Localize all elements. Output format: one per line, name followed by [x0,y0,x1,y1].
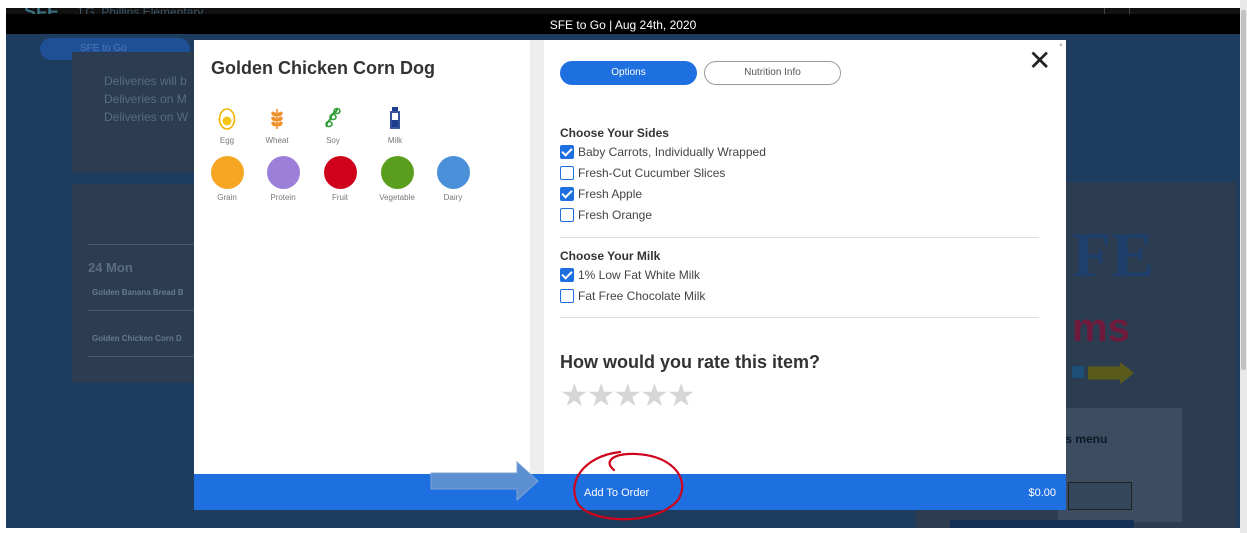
egg-icon [207,106,247,135]
fruit-icon [323,156,357,189]
milk-title: Choose Your Milk [560,249,661,263]
section-divider [560,237,1039,238]
bg-divider [88,310,208,311]
checkbox[interactable] [560,268,574,282]
bg-delivery-line: Deliveries will b [104,74,187,88]
item-modal: Golden Chicken Corn Dog Egg Wheat Soy Mi… [194,40,1066,510]
bg-brand-square [1072,366,1084,378]
section-divider [560,317,1039,318]
option-label: Fresh-Cut Cucumber Slices [578,166,726,180]
star-icon[interactable]: ★ [640,377,669,413]
side-option-orange[interactable]: Fresh Orange [560,207,652,223]
sides-title: Choose Your Sides [560,126,669,140]
side-option-cucumber[interactable]: Fresh-Cut Cucumber Slices [560,165,725,181]
milk-icon [375,106,415,135]
side-option-apple[interactable]: Fresh Apple [560,186,642,202]
tab-options[interactable]: Options [560,61,697,85]
food-group-dairy: Dairy [428,156,478,202]
food-group-label: Protein [270,193,296,202]
rating-question: How would you rate this item? [560,352,821,372]
add-to-order-button[interactable]: Add To Order [584,474,674,510]
protein-icon [266,156,300,189]
option-label: 1% Low Fat White Milk [578,268,701,282]
allergen-label: Soy [326,136,340,145]
page-scrollbar-thumb[interactable] [1241,10,1246,370]
allergen-label: Wheat [265,136,289,145]
close-icon[interactable]: ✕ [1028,46,1051,76]
options-pane: ▲ ✕ Options Nutrition Info Choose Your S… [544,40,1066,474]
bg-input [1068,482,1132,510]
star-icon[interactable]: ★ [667,377,696,413]
wheat-icon [257,106,297,135]
bg-menu-text: is menu [1062,432,1108,446]
allergen-soy: Soy [313,106,353,145]
option-label: Fresh Apple [578,187,643,201]
bg-divider [88,356,208,357]
bg-divider [88,244,208,245]
food-group-vegetable: Vegetable [372,156,422,202]
checkbox[interactable] [560,187,574,201]
bg-menu-row: Golden Banana Bread B [92,288,184,297]
milk-option-chocolate[interactable]: Fat Free Chocolate Milk [560,288,705,304]
bg-brand-ms: ms [1072,306,1130,350]
scroll-up-arrow-icon[interactable]: ▲ [1058,42,1064,48]
food-group-label: Fruit [332,193,348,202]
side-option-carrots[interactable]: Baby Carrots, Individually Wrapped [560,144,766,160]
allergen-egg: Egg [207,106,247,145]
option-label: Fresh Orange [578,208,653,222]
item-info-pane: Golden Chicken Corn Dog Egg Wheat Soy Mi… [194,40,530,474]
modal-title: SFE to Go | Aug 24th, 2020 [6,14,1240,34]
dairy-icon [436,156,470,189]
checkbox[interactable] [560,166,574,180]
vegetable-icon [380,156,414,189]
allergen-label: Milk [387,136,403,145]
star-rating[interactable]: ★★★★★ [560,376,696,414]
food-group-label: Dairy [443,193,463,202]
item-title: Golden Chicken Corn Dog [211,58,436,78]
star-icon[interactable]: ★ [613,377,642,413]
bg-brand-fe: FE [1072,219,1154,290]
option-label: Fat Free Chocolate Milk [578,289,706,303]
soy-icon [313,106,353,135]
food-group-label: Grain [217,193,237,202]
bg-delivery-line: Deliveries on M [104,92,187,106]
food-group-label: Vegetable [379,193,415,202]
order-footer: Add To Order $0.00 [194,474,1066,510]
star-icon[interactable]: ★ [587,377,616,413]
allergen-wheat: Wheat [257,106,297,145]
food-group-protein: Protein [258,156,308,202]
checkbox[interactable] [560,289,574,303]
food-group-fruit: Fruit [315,156,365,202]
pane-divider: ▲ [530,40,875,474]
checkbox[interactable] [560,145,574,159]
food-group-grain: Grain [202,156,252,202]
bg-delivery-line: Deliveries on W [104,110,189,124]
allergen-label: Egg [219,136,235,145]
order-price: $0.00 [1028,487,1056,499]
option-label: Baby Carrots, Individually Wrapped [578,145,766,159]
bg-blue-bar [950,520,1134,528]
allergen-milk: Milk [375,106,415,145]
star-icon[interactable]: ★ [560,377,589,413]
bg-menu-row: Golden Chicken Corn D [92,334,182,343]
tab-nutrition-info[interactable]: Nutrition Info [704,61,841,85]
checkbox[interactable] [560,208,574,222]
milk-option-white[interactable]: 1% Low Fat White Milk [560,267,700,283]
grain-icon [210,156,244,189]
bg-date: 24 Mon [88,260,133,275]
